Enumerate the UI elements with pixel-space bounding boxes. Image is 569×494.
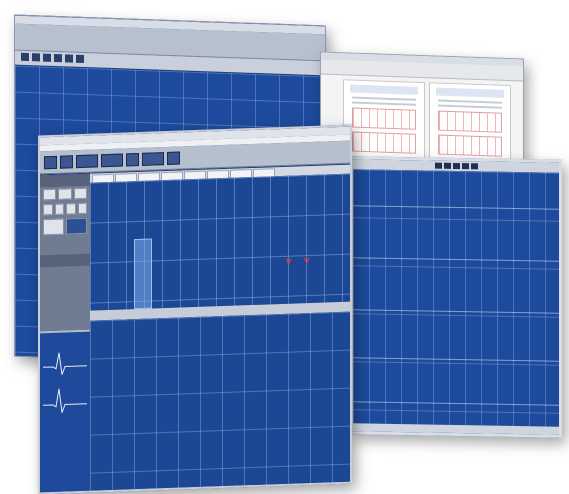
- sidebar-button[interactable]: [43, 188, 57, 201]
- main-analysis-window: v v: [38, 124, 352, 494]
- toolbar-button-icon[interactable]: [443, 162, 451, 169]
- marker-v-icon: v: [286, 255, 292, 267]
- sidebar-button[interactable]: [77, 202, 87, 215]
- sidebar-button[interactable]: [43, 203, 53, 216]
- toolbar-button-icon[interactable]: [76, 54, 84, 63]
- beat-grid: v v: [90, 173, 350, 311]
- sidebar-section-label: [40, 253, 90, 268]
- toolbar-button-icon[interactable]: [60, 154, 73, 169]
- toolbar-button-icon[interactable]: [470, 163, 478, 170]
- toolbar-button-icon[interactable]: [65, 54, 73, 63]
- toolbar-button-icon[interactable]: [44, 155, 57, 169]
- sidebar-button[interactable]: [43, 218, 64, 236]
- sidebar-button[interactable]: [66, 203, 76, 215]
- sidebar-button[interactable]: [54, 203, 64, 215]
- ecg-grid: [353, 169, 559, 427]
- toolbar-button-icon[interactable]: [101, 153, 123, 167]
- toolbar-button-icon[interactable]: [434, 162, 442, 169]
- toolbar-button-icon[interactable]: [167, 151, 180, 165]
- toolbar-button-icon[interactable]: [54, 53, 62, 63]
- toolbar-button-icon[interactable]: [142, 151, 164, 166]
- ecg-trace: [353, 205, 559, 210]
- ecg-trace: [353, 257, 559, 262]
- lead-label: [40, 332, 90, 342]
- rhythm-strip-grid: [90, 311, 350, 491]
- marker-v-icon: v: [304, 254, 310, 267]
- toolbar-button-icon[interactable]: [461, 163, 469, 170]
- ecg-trace: [353, 357, 559, 362]
- toolbar-button-icon[interactable]: [43, 53, 51, 62]
- toolbar-button-icon[interactable]: [126, 152, 139, 166]
- toolbar-button-icon[interactable]: [21, 52, 29, 62]
- ecg-trace: [353, 401, 559, 406]
- toolbar-button-icon[interactable]: [32, 53, 40, 62]
- main-content: v v: [90, 164, 350, 491]
- sidebar-button-active[interactable]: [66, 217, 87, 235]
- lead-waveform: [43, 352, 87, 413]
- toolbar-button-icon[interactable]: [452, 162, 460, 170]
- selected-beat-column[interactable]: [134, 238, 152, 310]
- ecg-trace: [353, 309, 559, 314]
- sidebar-button[interactable]: [73, 187, 87, 200]
- full-ecg-window: [350, 156, 562, 438]
- left-sidebar: [40, 173, 90, 493]
- toolbar-button-icon[interactable]: [76, 153, 98, 168]
- sidebar-button[interactable]: [58, 188, 72, 200]
- lead-preview: [40, 329, 90, 493]
